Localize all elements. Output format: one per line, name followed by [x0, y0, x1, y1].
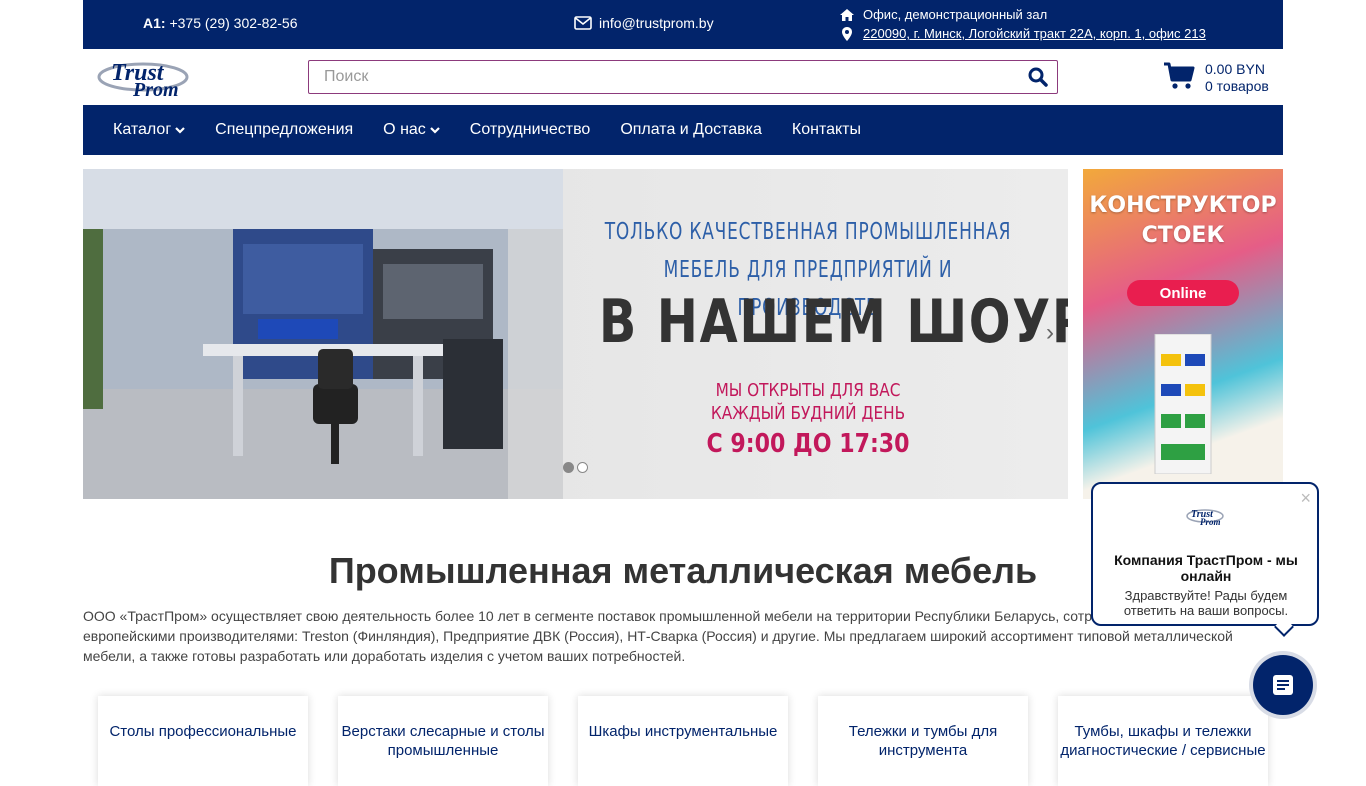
rack-configurator-ad[interactable]: КОНСТРУКТОР СТОЕК Online — [1083, 169, 1283, 499]
svg-text:Prom: Prom — [1200, 517, 1221, 527]
hero-slider[interactable]: Только качественная промышленная мебель … — [83, 169, 1068, 499]
chat-message-icon — [1273, 675, 1293, 695]
envelope-icon — [574, 16, 592, 30]
header: Trust Prom 0.00 BYN 0 товаров — [83, 49, 1283, 105]
banner-hours-line-2: КАЖДЫЙ БУДНИЙ ДЕНЬ — [710, 403, 906, 424]
category-card-workbenches[interactable]: Верстаки слесарные и столы промышленные — [338, 696, 548, 786]
nav-item-label: Сотрудничество — [469, 121, 591, 138]
top-bar: A1: +375 (29) 302-82-56 info@trustprom.b… — [83, 0, 1283, 49]
cart-widget[interactable]: 0.00 BYN 0 товаров — [1163, 61, 1269, 95]
banner-hours-intro: МЫ ОТКРЫТЫ ДЛЯ ВАС КАЖДЫЙ БУДНИЙ ДЕНЬ — [591, 379, 1025, 425]
category-card-tool-trolleys[interactable]: Тележки и тумбы для инструмента — [818, 696, 1028, 786]
nav-item-label: Оплата и Доставка — [620, 121, 762, 138]
cart-amount: 0.00 BYN — [1205, 61, 1265, 77]
chat-popup: × Trust Prom Компания ТрастПром - мы онл… — [1091, 482, 1319, 637]
phone-operator-label: A1: — [143, 15, 166, 31]
office-label: Офис, демонстрационный зал — [863, 7, 1048, 22]
close-icon[interactable]: × — [1300, 488, 1311, 509]
banner-hours: С 9:00 ДО 17:30 — [706, 429, 910, 459]
chat-title: Компания ТрастПром - мы онлайн — [1114, 552, 1298, 584]
shopping-cart-icon — [1163, 62, 1195, 94]
search-box — [308, 60, 1058, 94]
site-logo[interactable]: Trust Prom — [97, 55, 189, 101]
ad-online-button[interactable]: Online — [1127, 280, 1239, 306]
slider-dot-1[interactable] — [563, 462, 574, 473]
chat-greeting: Здравствуйте! Рады будем ответить на ваш… — [1123, 588, 1289, 618]
ad-title-line-1: КОНСТРУКТОР — [1089, 193, 1277, 218]
nav-item-label: Спецпредложения — [215, 121, 354, 138]
office-info: Офис, демонстрационный зал 220090, г. Ми… — [839, 5, 1206, 43]
slider-next-arrow[interactable]: › — [1046, 319, 1054, 347]
slider-dot-2[interactable] — [577, 462, 588, 473]
search-button[interactable] — [1019, 62, 1057, 92]
chat-company-logo: Trust Prom — [1186, 509, 1224, 527]
nav-item-payment-delivery[interactable]: Оплата и Доставка — [620, 121, 762, 139]
category-card-tables[interactable]: Столы профессиональные — [98, 696, 308, 786]
nav-item-label: Контакты — [791, 121, 861, 138]
ad-title-line-2: СТОЕК — [1141, 223, 1225, 248]
category-cards: Столы профессиональные Верстаки слесарны… — [98, 696, 1268, 786]
banner-headline: В НАШЕМ ШОУРУМЕ — [598, 287, 1068, 357]
chat-launcher-button[interactable] — [1253, 655, 1313, 715]
storage-rack-image — [1154, 334, 1212, 474]
nav-item-special-offers[interactable]: Спецпредложения — [215, 121, 353, 139]
nav-item-cooperation[interactable]: Сотрудничество — [470, 121, 591, 139]
showroom-photo — [83, 169, 563, 499]
nav-item-label: Каталог — [113, 121, 172, 138]
slider-pagination — [563, 462, 588, 473]
banner-hours-line-1: МЫ ОТКРЫТЫ ДЛЯ ВАС — [715, 380, 901, 401]
nav-item-catalog[interactable]: Каталог — [113, 121, 185, 139]
cart-item-count: 0 товаров — [1205, 78, 1269, 94]
category-card-diagnostic-furniture[interactable]: Тумбы, шкафы и тележки диагностические /… — [1058, 696, 1268, 786]
chevron-down-icon — [430, 127, 440, 134]
phone-contact[interactable]: A1: +375 (29) 302-82-56 — [143, 15, 298, 31]
chevron-down-icon — [175, 127, 185, 134]
category-card-tool-cabinets[interactable]: Шкафы инструментальные — [578, 696, 788, 786]
nav-item-contacts[interactable]: Контакты — [792, 121, 861, 139]
home-icon — [839, 8, 855, 22]
nav-item-about[interactable]: О нас — [383, 121, 440, 139]
office-address-link[interactable]: 220090, г. Минск, Логойский тракт 22А, к… — [863, 24, 1206, 43]
email-contact[interactable]: info@trustprom.by — [574, 15, 714, 31]
phone-number[interactable]: +375 (29) 302-82-56 — [169, 15, 297, 31]
svg-text:Prom: Prom — [132, 79, 179, 99]
nav-item-label: О нас — [383, 121, 426, 138]
search-icon — [1028, 67, 1048, 87]
main-nav: Каталог Спецпредложения О нас Сотрудниче… — [83, 105, 1283, 155]
email-address[interactable]: info@trustprom.by — [599, 15, 714, 31]
banner-tagline-line-1: Только качественная промышленная — [604, 219, 1012, 245]
map-marker-icon — [839, 26, 855, 42]
search-input[interactable] — [309, 62, 1019, 92]
